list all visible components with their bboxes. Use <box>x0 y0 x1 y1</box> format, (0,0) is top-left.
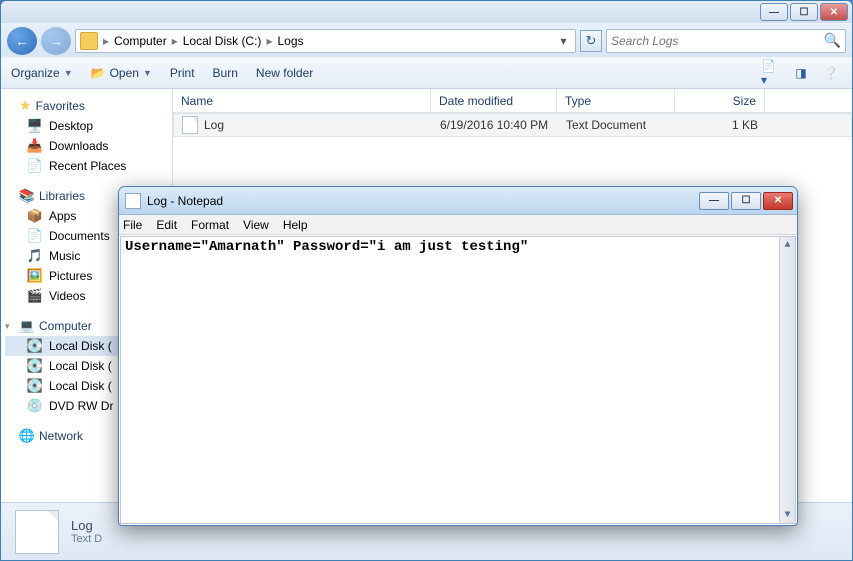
notepad-titlebar[interactable]: Log - Notepad — ☐ ✕ <box>119 187 797 215</box>
open-menu[interactable]: 📂Open ▼ <box>91 66 152 80</box>
file-type: Text Document <box>558 118 676 132</box>
burn-button[interactable]: Burn <box>213 66 238 80</box>
file-size: 1 KB <box>676 118 766 132</box>
notepad-text-area[interactable]: Username="Amarnath" Password="i am just … <box>120 236 796 524</box>
search-icon: 🔍 <box>824 32 841 49</box>
text-file-icon <box>182 116 198 134</box>
notepad-window-controls: — ☐ ✕ <box>699 192 793 210</box>
details-file-icon <box>15 510 59 554</box>
recent-places-icon: 📄 <box>27 158 43 174</box>
back-button[interactable]: ← <box>7 27 37 55</box>
breadcrumb-dropdown[interactable]: ▾ <box>555 34 571 48</box>
notepad-menubar: File Edit Format View Help <box>119 215 797 235</box>
organize-menu[interactable]: Organize ▼ <box>11 66 73 80</box>
explorer-titlebar[interactable]: — ☐ ✕ <box>1 1 852 23</box>
details-text: Log Text D <box>71 518 102 545</box>
documents-icon: 📄 <box>27 228 43 244</box>
favorites-group[interactable]: ★Favorites <box>5 97 168 114</box>
notepad-app-icon <box>125 193 141 209</box>
menu-file[interactable]: File <box>123 218 142 232</box>
scrollbar-vertical[interactable]: ▲ ▼ <box>779 237 795 523</box>
scroll-down-icon[interactable]: ▼ <box>780 507 795 523</box>
menu-view[interactable]: View <box>243 218 269 232</box>
column-size[interactable]: Size <box>675 89 765 112</box>
breadcrumb-item-localdisk[interactable]: Local Disk (C:) <box>183 34 262 48</box>
apps-icon: 📦 <box>27 208 43 224</box>
folder-icon <box>80 32 98 50</box>
menu-edit[interactable]: Edit <box>156 218 177 232</box>
column-headers: Name Date modified Type Size <box>173 89 852 113</box>
window-controls: — ☐ ✕ <box>760 3 848 21</box>
disk-icon: 💽 <box>27 378 43 394</box>
computer-icon: 💻 <box>19 318 35 334</box>
column-type[interactable]: Type <box>557 89 675 112</box>
view-menu-icon[interactable]: 📄▾ <box>760 63 782 83</box>
preview-pane-icon[interactable]: ◨ <box>790 63 812 83</box>
navigation-bar: ← → ▸ Computer ▸ Local Disk (C:) ▸ Logs … <box>1 23 852 57</box>
network-icon: 🌐 <box>19 428 35 444</box>
breadcrumb[interactable]: ▸ Computer ▸ Local Disk (C:) ▸ Logs ▾ <box>75 29 576 53</box>
notepad-minimize-button[interactable]: — <box>699 192 729 210</box>
videos-icon: 🎬 <box>27 288 43 304</box>
notepad-close-button[interactable]: ✕ <box>763 192 793 210</box>
menu-help[interactable]: Help <box>283 218 308 232</box>
notepad-maximize-button[interactable]: ☐ <box>731 192 761 210</box>
dvd-icon: 💿 <box>27 398 43 414</box>
disk-icon: 💽 <box>27 358 43 374</box>
details-type: Text D <box>71 533 102 545</box>
notepad-title: Log - Notepad <box>147 194 693 208</box>
breadcrumb-item-logs[interactable]: Logs <box>277 34 303 48</box>
details-name: Log <box>71 518 102 533</box>
downloads-icon: 📥 <box>27 138 43 154</box>
forward-button[interactable]: → <box>41 27 71 55</box>
minimize-button[interactable]: — <box>760 3 788 21</box>
column-name[interactable]: Name <box>173 89 431 112</box>
maximize-button[interactable]: ☐ <box>790 3 818 21</box>
sidebar-item-downloads[interactable]: 📥Downloads <box>5 136 168 156</box>
disk-icon: 💽 <box>27 338 43 354</box>
pictures-icon: 🖼️ <box>27 268 43 284</box>
desktop-icon: 🖥️ <box>27 118 43 134</box>
breadcrumb-item-computer[interactable]: Computer <box>114 34 167 48</box>
explorer-close-button[interactable]: ✕ <box>820 3 848 21</box>
sidebar-item-recent[interactable]: 📄Recent Places <box>5 156 168 176</box>
print-button[interactable]: Print <box>170 66 195 80</box>
scroll-up-icon[interactable]: ▲ <box>780 237 795 253</box>
search-input[interactable] <box>611 34 824 48</box>
libraries-icon: 📚 <box>19 188 35 204</box>
notepad-window: Log - Notepad — ☐ ✕ File Edit Format Vie… <box>118 186 798 526</box>
file-row-log[interactable]: Log 6/19/2016 10:40 PM Text Document 1 K… <box>173 113 852 137</box>
file-date: 6/19/2016 10:40 PM <box>432 118 558 132</box>
sidebar-item-desktop[interactable]: 🖥️Desktop <box>5 116 168 136</box>
toolbar: Organize ▼ 📂Open ▼ Print Burn New folder… <box>1 57 852 89</box>
search-box[interactable]: 🔍 <box>606 29 846 53</box>
star-icon: ★ <box>19 97 32 114</box>
menu-format[interactable]: Format <box>191 218 229 232</box>
refresh-button[interactable]: ↻ <box>580 30 602 52</box>
help-icon[interactable]: ❔ <box>820 63 842 83</box>
music-icon: 🎵 <box>27 248 43 264</box>
notepad-content: Username="Amarnath" Password="i am just … <box>125 239 528 255</box>
new-folder-button[interactable]: New folder <box>256 66 313 80</box>
file-name: Log <box>204 118 224 132</box>
column-date[interactable]: Date modified <box>431 89 557 112</box>
